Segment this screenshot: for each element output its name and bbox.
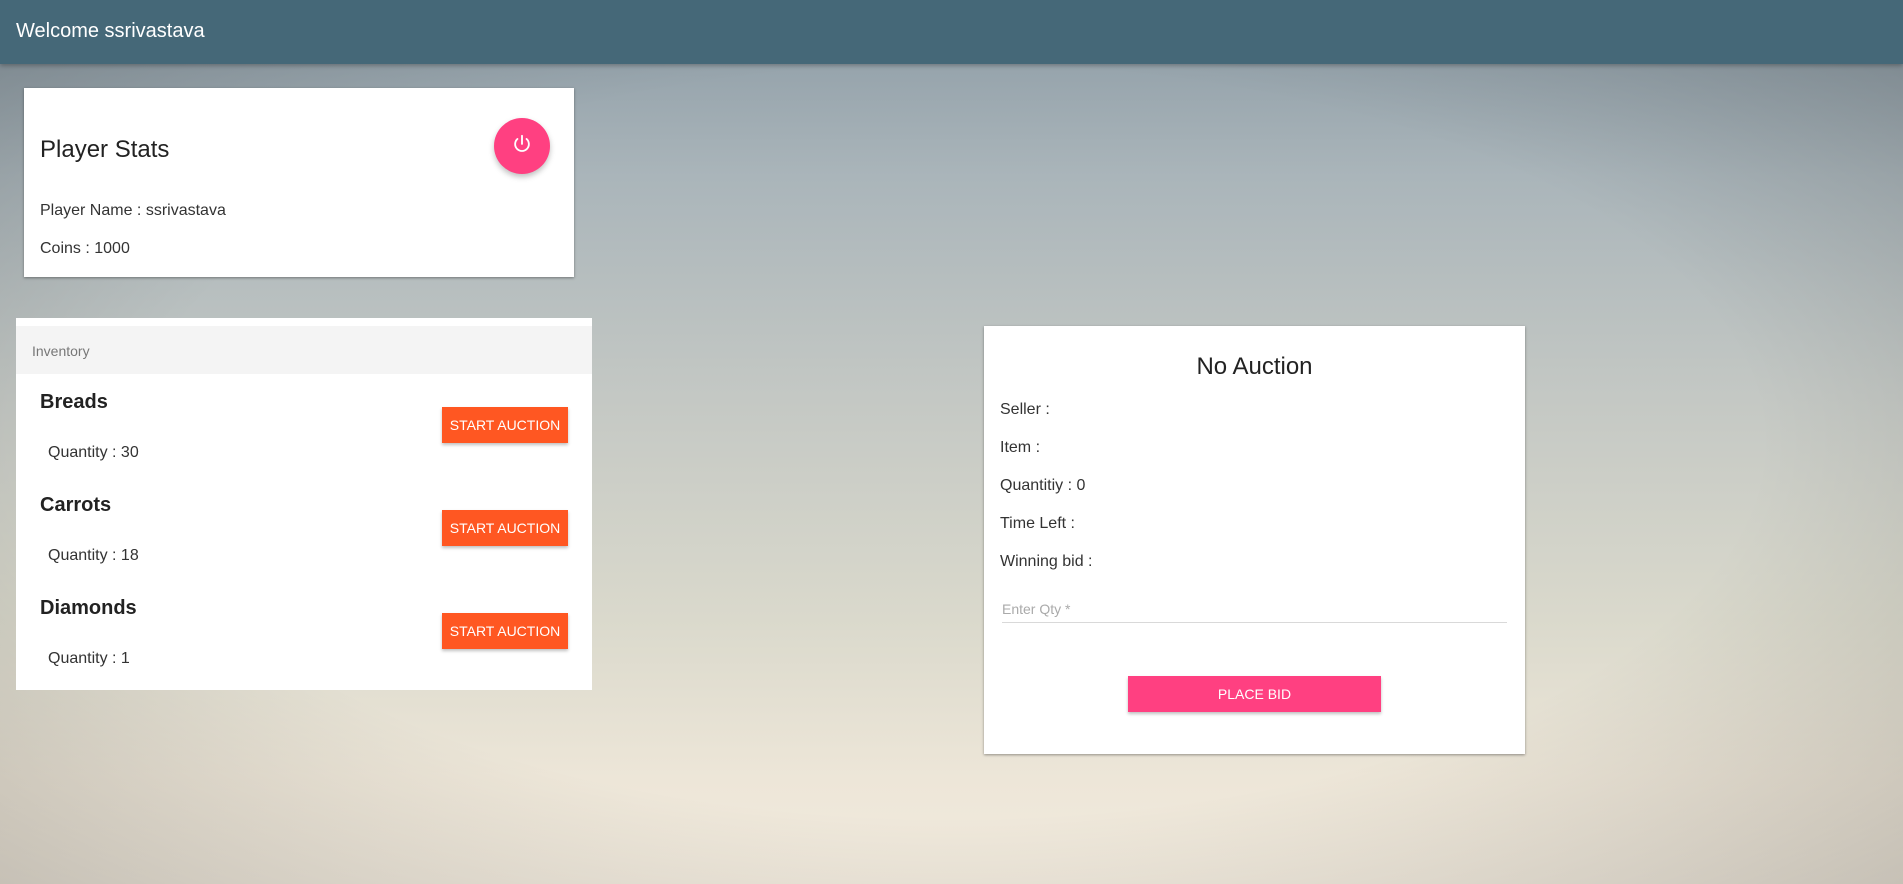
item-name: Diamonds (40, 597, 137, 619)
top-app-bar: Welcome ssrivastava (0, 0, 1903, 64)
inventory-item-diamonds: Diamonds START AUCTION Quantity : 1 (16, 594, 592, 697)
player-name-text: Player Name : ssrivastava (40, 202, 226, 219)
start-auction-button[interactable]: START AUCTION (442, 407, 568, 443)
item-name: Breads (40, 391, 108, 413)
place-bid-button[interactable]: PLACE BID (1128, 676, 1381, 712)
time-left-text: Time Left : (1000, 515, 1075, 532)
qty-input[interactable] (1002, 596, 1507, 623)
welcome-title: Welcome ssrivastava (16, 20, 205, 42)
item-quantity: Quantity : 1 (48, 650, 130, 667)
item-name: Carrots (40, 494, 112, 516)
item-quantity: Quantity : 18 (48, 547, 139, 564)
inventory-panel: Inventory Breads START AUCTION Quantity … (16, 318, 592, 690)
start-auction-button[interactable]: START AUCTION (442, 613, 568, 649)
power-icon (511, 133, 533, 160)
inventory-header: Inventory (16, 326, 592, 374)
auction-heading: No Auction (1196, 353, 1313, 380)
coins-text: Coins : 1000 (40, 240, 130, 257)
item-quantity: Quantity : 30 (48, 444, 139, 461)
auction-card: No Auction Seller : Item : Quantitiy : 0… (984, 326, 1525, 754)
winning-bid-text: Winning bid : (1000, 553, 1093, 570)
item-text: Item : (1000, 439, 1041, 456)
logout-button[interactable] (494, 118, 550, 174)
inventory-item-carrots: Carrots START AUCTION Quantity : 18 (16, 491, 592, 594)
start-auction-button[interactable]: START AUCTION (442, 510, 568, 546)
seller-text: Seller : (1000, 401, 1050, 418)
quantity-text: Quantitiy : 0 (1000, 477, 1086, 494)
player-stats-heading: Player Stats (40, 136, 170, 163)
inventory-item-breads: Breads START AUCTION Quantity : 30 (16, 388, 592, 491)
inventory-header-label: Inventory (32, 343, 90, 359)
player-stats-card: Player Stats Player Name : ssrivastava C… (24, 88, 574, 277)
